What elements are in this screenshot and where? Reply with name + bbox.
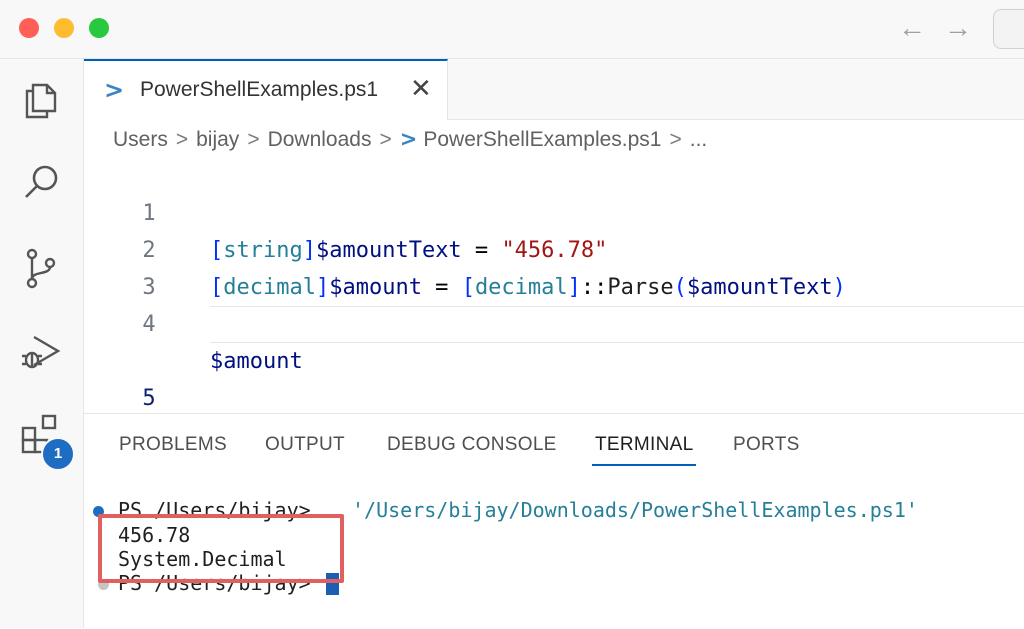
tab-ports[interactable]: PORTS <box>733 434 800 456</box>
breadcrumb: Users > bijay > Downloads > > PowerShellExample… <box>113 127 707 152</box>
arrow-left-icon[interactable]: ← <box>898 12 926 44</box>
close-window-button[interactable] <box>19 18 39 38</box>
code-line: 3 <box>84 232 1024 300</box>
breadcrumb-item[interactable]: Users <box>113 128 168 151</box>
breadcrumb-item[interactable]: Downloads <box>268 128 372 151</box>
editor-tab[interactable]: > PowerShellExamples.ps1 ✕ <box>84 59 448 120</box>
tab-output[interactable]: OUTPUT <box>265 434 345 456</box>
extensions-badge: 1 <box>41 437 75 471</box>
code-line: 1 [string]$amountText = "456.78" <box>84 158 1024 263</box>
code-line: 4 $amount <box>84 269 1024 374</box>
powershell-file-icon: > <box>104 76 125 104</box>
minimize-window-button[interactable] <box>54 18 74 38</box>
title-bar: ← → <box>0 0 1024 59</box>
powershell-file-icon: > <box>399 127 418 151</box>
search-icon[interactable] <box>18 159 64 205</box>
editor-tab-strip: > PowerShellExamples.ps1 ✕ <box>84 59 1024 120</box>
tab-problems[interactable]: PROBLEMS <box>119 434 227 456</box>
close-icon[interactable]: ✕ <box>410 73 432 104</box>
code-editor[interactable]: 1 [string]$amountText = "456.78" 2 [deci… <box>84 158 1024 448</box>
chevron-right-icon: > <box>669 128 682 151</box>
code-line-current: 5 $amount.GetType().FullName <box>84 306 1024 448</box>
tab-terminal[interactable]: TERMINAL <box>595 434 693 456</box>
chevron-right-icon: > <box>175 128 189 151</box>
code-line: 2 [decimal]$amount = [decimal]::Parse($a… <box>84 195 1024 300</box>
zoom-window-button[interactable] <box>89 18 109 38</box>
line-number: 5 <box>142 386 156 411</box>
breadcrumb-item[interactable]: bijay <box>196 128 239 151</box>
active-tab-indicator <box>592 464 696 466</box>
terminal-command: '/Users/bijay/Downloads/PowerShellExampl… <box>352 498 918 522</box>
breadcrumb-item[interactable]: PowerShellExamples.ps1 <box>423 128 661 151</box>
highlight-box <box>98 514 344 583</box>
source-control-icon[interactable] <box>18 245 64 291</box>
chevron-right-icon: > <box>379 128 392 151</box>
breadcrumb-item[interactable]: ... <box>690 128 708 151</box>
code-text: $amount <box>210 349 303 374</box>
activity-bar: 1 <box>0 59 84 628</box>
current-line-highlight <box>210 306 1024 343</box>
files-icon[interactable] <box>18 77 64 123</box>
tab-debug-console[interactable]: DEBUG CONSOLE <box>387 434 557 456</box>
command-center[interactable] <box>993 9 1024 49</box>
tab-label: PowerShellExamples.ps1 <box>140 78 379 101</box>
run-debug-icon[interactable] <box>18 329 64 375</box>
arrow-right-icon[interactable]: → <box>944 12 972 44</box>
chevron-right-icon: > <box>247 128 260 151</box>
